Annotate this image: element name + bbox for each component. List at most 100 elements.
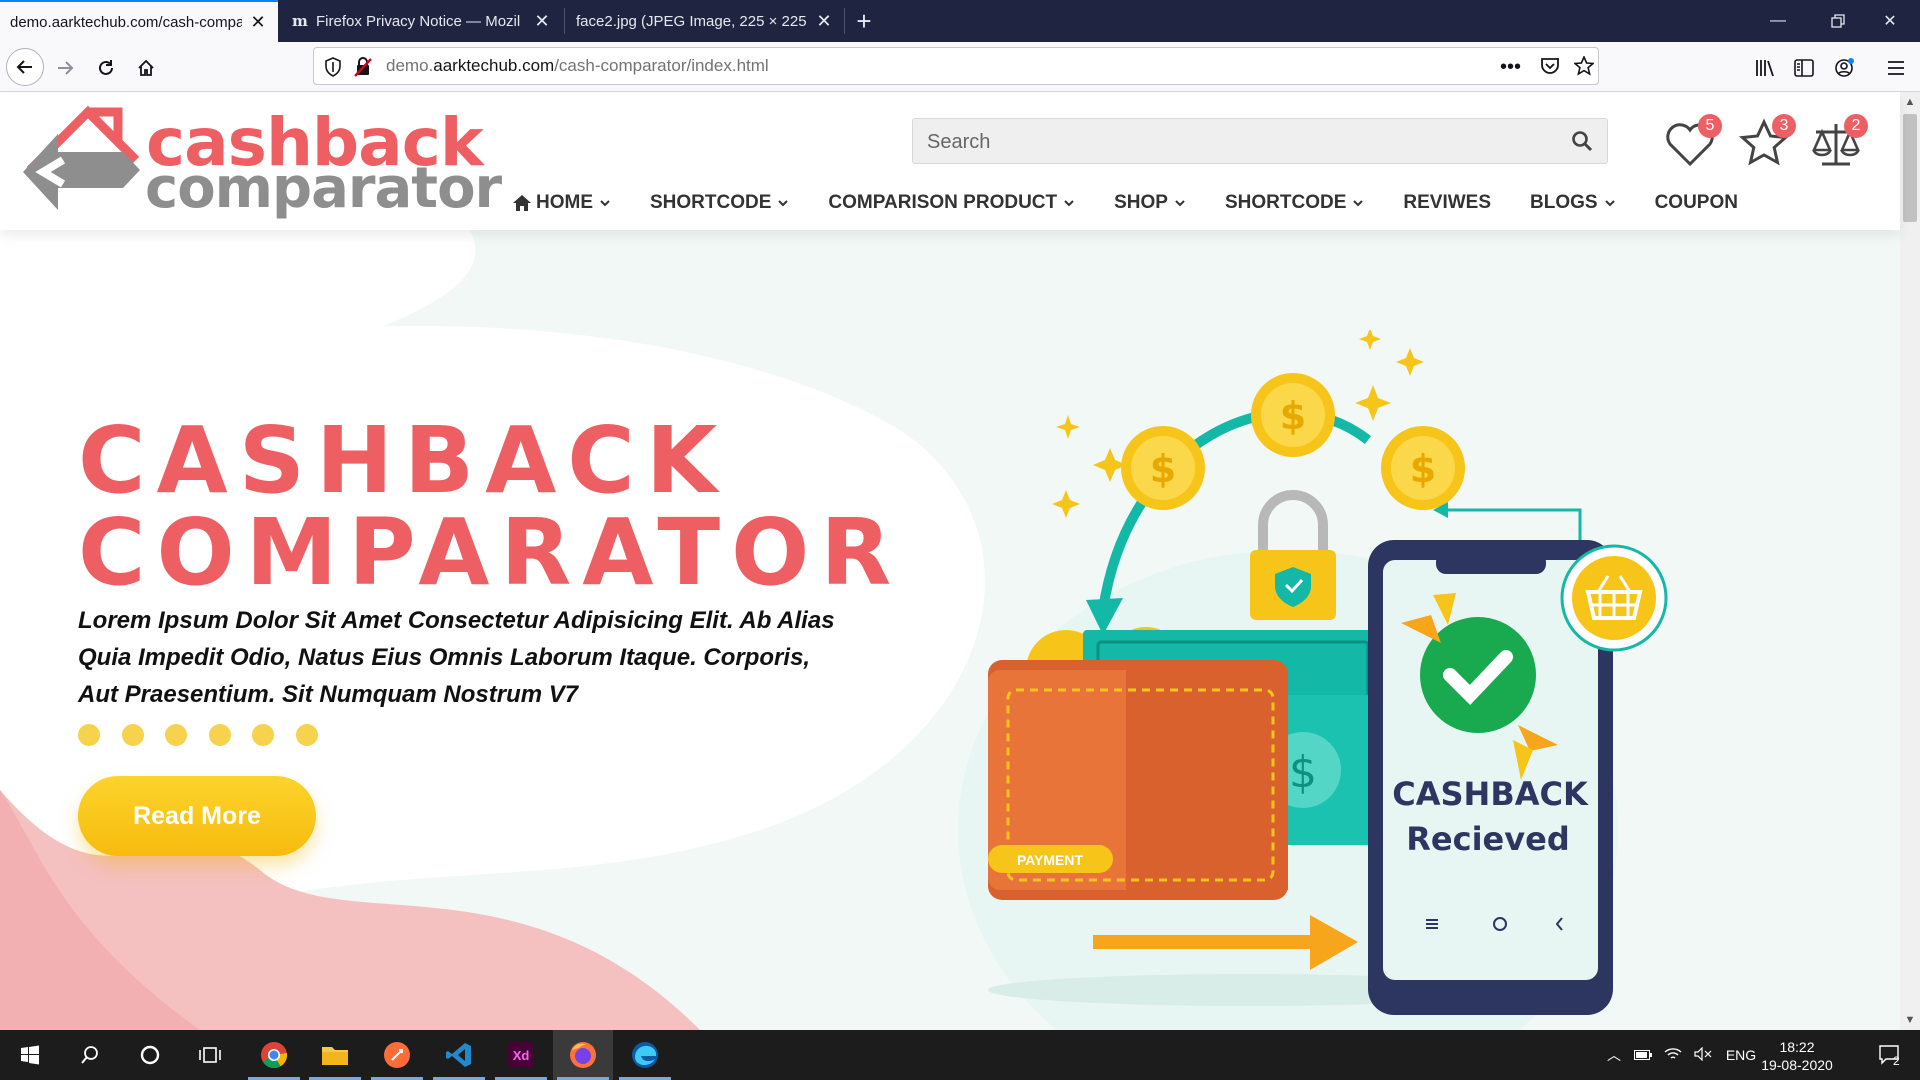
payment-label: PAYMENT [1017,852,1084,868]
file-explorer-icon[interactable] [305,1030,365,1080]
slider-dot[interactable] [78,724,100,746]
slider-dot[interactable] [121,724,144,746]
windows-start-icon[interactable] [0,1030,60,1080]
adobe-xd-icon[interactable]: Xd [491,1030,551,1080]
mozilla-icon: m [292,12,308,30]
hero-title: CASHBACK COMPARATOR [78,415,902,599]
insecure-lock-icon[interactable] [354,57,372,82]
site-header: cashback comparator 5 3 2 HOME SHORTCODE… [0,92,1900,230]
close-icon[interactable]: ✕ [532,11,552,32]
firefox-icon[interactable] [553,1030,613,1080]
phone-text-line1: CASHBACK [1392,775,1589,813]
vscode-icon[interactable] [429,1030,489,1080]
cortana-icon[interactable] [120,1030,180,1080]
main-navigation: HOME SHORTCODE COMPARISON PRODUCT SHOP S… [512,190,1777,216]
close-icon[interactable]: ✕ [248,12,268,33]
hero-description: Lorem Ipsum Dolor Sit Amet Consectetur A… [78,607,835,708]
hero-banner: CASHBACK COMPARATOR Lorem Ipsum Dolor Si… [0,230,1900,1030]
chevron-down-icon [600,200,610,207]
compare-count-badge: 2 [1844,114,1868,138]
clock-time: 18:22 [1779,1039,1815,1055]
system-clock[interactable]: 18:22 19-08-2020 [1752,1038,1842,1074]
cashback-illustration: $ $ $ $ PAYMENT CASHBACK Recieved [958,330,1668,1030]
task-view-icon[interactable] [180,1030,240,1080]
battery-icon[interactable] [1628,1047,1658,1063]
postman-icon[interactable] [367,1030,427,1080]
browser-tab[interactable]: m Firefox Privacy Notice — Mozil ✕ [282,0,562,42]
slider-dot[interactable] [252,724,274,746]
tab-divider [844,8,845,34]
nav-item-comparison-product[interactable]: COMPARISON PRODUCT [828,190,1075,216]
wishlist-heart-icon[interactable]: 5 [1664,114,1722,170]
tab-title: face2.jpg (JPEG Image, 225 × 225 p [576,12,808,30]
compare-scale-icon[interactable]: 2 [1810,114,1868,170]
favorites-star-icon[interactable]: 3 [1738,114,1796,170]
site-logo[interactable]: cashback comparator [18,100,502,225]
volume-muted-icon[interactable] [1688,1046,1718,1064]
nav-label: SHOP [1114,192,1168,213]
scroll-up-icon[interactable]: ▲ [1900,92,1920,112]
close-window-icon[interactable]: ✕ [1860,0,1920,42]
nav-item-coupon[interactable]: COUPON [1655,190,1738,216]
favorites-count-badge: 3 [1772,114,1796,138]
slider-dot[interactable] [208,724,231,746]
menu-hamburger-icon[interactable] [1879,51,1913,85]
notification-count: 2 [1893,1054,1900,1068]
nav-item-reviews[interactable]: REVIWES [1403,190,1491,216]
page-scrollbar[interactable]: ▲ ▼ [1900,92,1920,1030]
forward-arrow-icon[interactable] [48,51,82,85]
home-icon[interactable] [129,51,163,85]
library-icon[interactable] [1748,51,1782,85]
shield-icon[interactable] [324,57,342,82]
logo-text-comparator: comparator [145,156,502,221]
hero-title-line1: CASHBACK [78,407,729,514]
tab-title: demo.aarktechub.com/cash-compa [10,13,242,31]
nav-label: SHORTCODE [650,192,772,213]
chevron-down-icon [778,200,789,207]
logo-arrow-icon [23,105,140,210]
account-icon[interactable] [1827,51,1861,85]
phone-text-line2: Recieved [1406,820,1569,858]
svg-text:$: $ [1410,447,1436,491]
search-icon[interactable] [60,1030,120,1080]
nav-item-shortcode[interactable]: SHORTCODE [650,190,789,216]
close-icon[interactable]: ✕ [814,11,834,32]
nav-item-home[interactable]: HOME [512,190,611,216]
notification-center-icon[interactable]: 2 [1860,1030,1920,1080]
tab-title: Firefox Privacy Notice — Mozil [316,12,521,30]
reload-icon[interactable] [89,51,123,85]
nav-item-blogs[interactable]: BLOGS [1530,190,1616,216]
sidebar-icon[interactable] [1787,51,1821,85]
url-text: demo.aarktechub.com/cash-comparator/inde… [386,56,769,75]
back-arrow-icon[interactable] [6,48,44,86]
wallet-icon: PAYMENT [988,660,1288,900]
svg-text:$: $ [1289,747,1317,798]
browser-tab-active[interactable]: demo.aarktechub.com/cash-compa ✕ [0,0,278,42]
wifi-icon[interactable] [1658,1047,1688,1064]
minimize-icon[interactable]: — [1748,0,1808,42]
browser-tab[interactable]: face2.jpg (JPEG Image, 225 × 225 p ✕ [566,0,844,42]
more-actions-icon[interactable]: ••• [1500,56,1521,79]
pocket-icon[interactable] [1540,57,1560,80]
search-icon[interactable] [1571,130,1595,154]
nav-item-shop[interactable]: SHOP [1114,190,1186,216]
browser-tab-bar: demo.aarktechub.com/cash-compa ✕ m Firef… [0,0,1920,42]
scroll-down-icon[interactable]: ▼ [1900,1010,1920,1030]
address-bar[interactable]: demo.aarktechub.com/cash-comparator/inde… [313,47,1599,85]
browser-toolbar: demo.aarktechub.com/cash-comparator/inde… [0,42,1920,92]
chevron-up-icon[interactable]: ︿ [1600,1045,1628,1065]
new-tab-plus-icon[interactable]: + [850,0,878,42]
restore-icon[interactable] [1808,0,1868,42]
chrome-icon[interactable] [244,1030,304,1080]
bookmark-star-icon[interactable] [1573,54,1595,81]
chevron-down-icon [1064,200,1074,207]
nav-item-shortcode-2[interactable]: SHORTCODE [1225,190,1364,216]
edge-icon[interactable] [615,1030,675,1080]
slider-dots [78,724,339,746]
slider-dot[interactable] [295,724,318,746]
slider-dot[interactable] [165,724,187,746]
nav-label: SHORTCODE [1224,192,1347,213]
search-input[interactable] [927,129,1527,155]
scrollbar-thumb[interactable] [1903,114,1917,222]
read-more-button[interactable]: Read More [78,776,316,856]
